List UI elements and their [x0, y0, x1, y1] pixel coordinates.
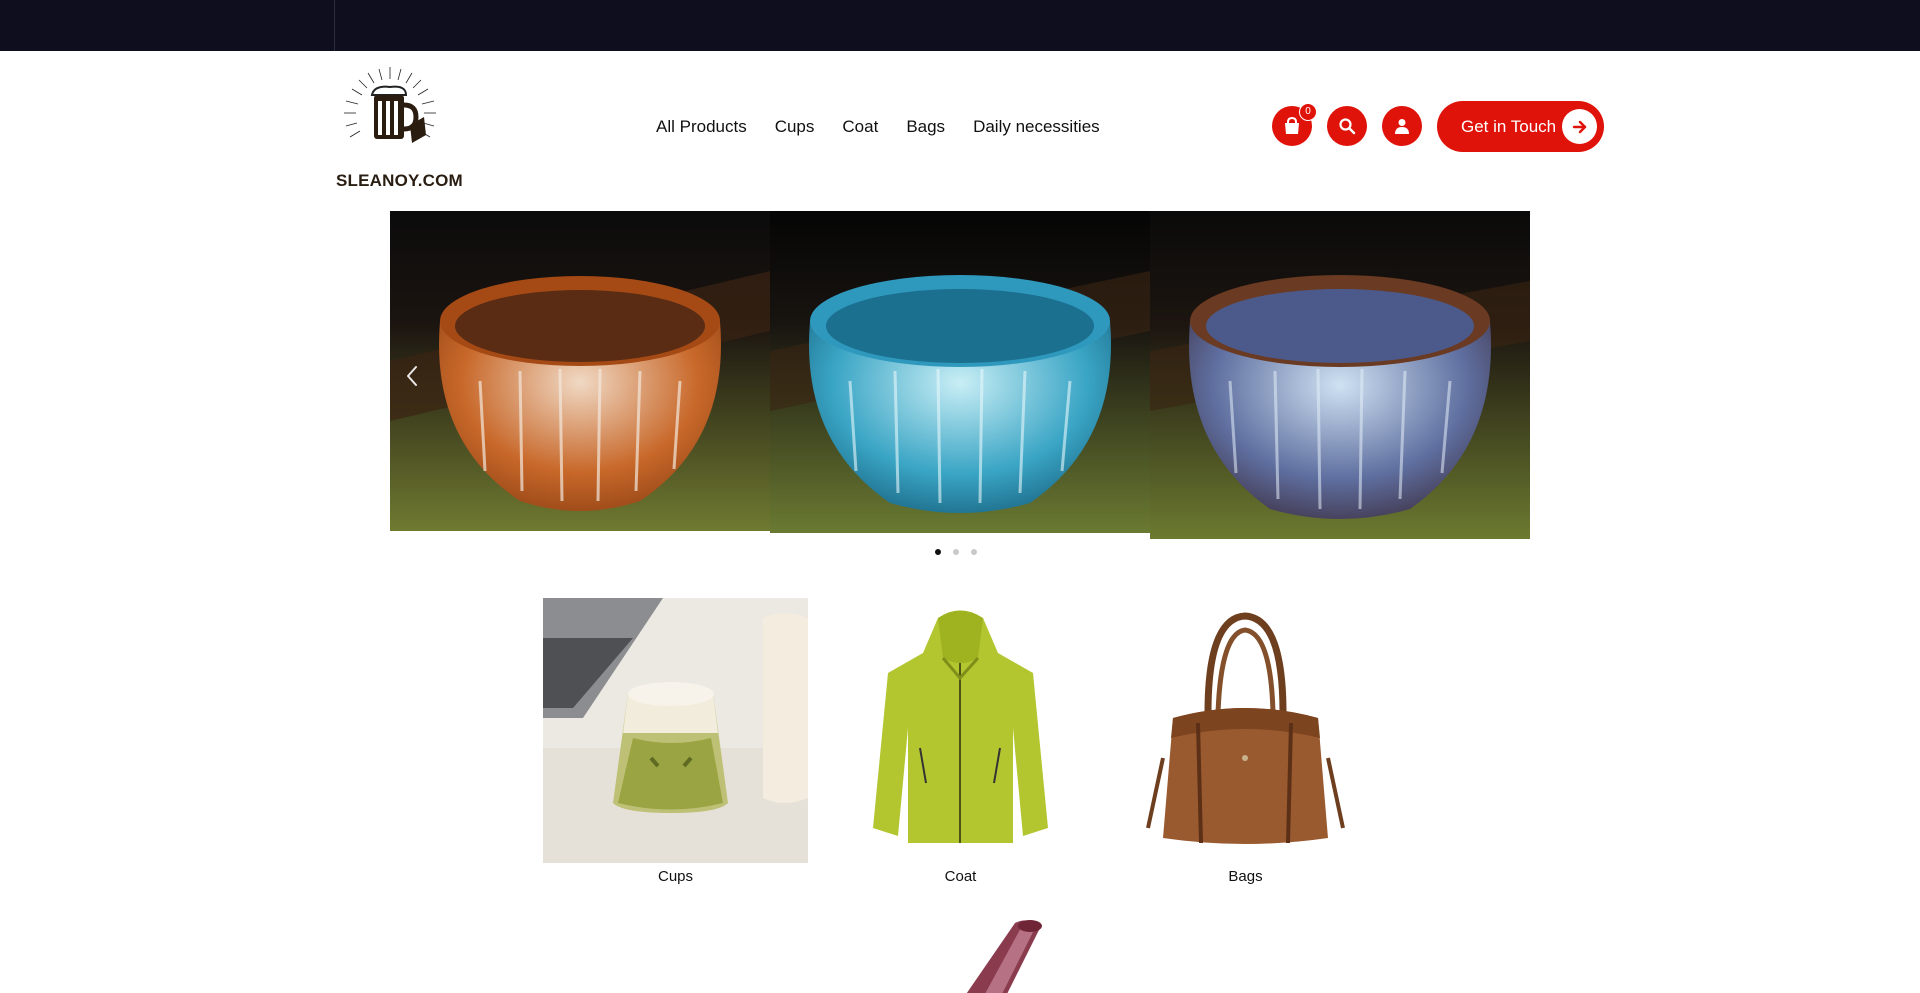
- user-icon: [1395, 119, 1409, 134]
- category-label-coat: Coat: [944, 868, 977, 885]
- nav-item-daily-necessities[interactable]: Daily necessities: [973, 117, 1100, 137]
- site-header: SLEANOY.COM All Products Cups Coat Bags …: [0, 51, 1920, 201]
- top-bar: [0, 0, 1920, 51]
- category-image-cups: [543, 598, 808, 863]
- carousel-dot-1[interactable]: [935, 549, 941, 555]
- brand-name: SLEANOY.COM: [336, 171, 463, 190]
- cart-count-badge: 0: [1299, 103, 1317, 121]
- category-label-bags: Bags: [1228, 868, 1263, 885]
- carousel-slide-orange-bowl[interactable]: [390, 211, 770, 531]
- cart-button[interactable]: 0: [1272, 103, 1317, 146]
- product-carousel[interactable]: [390, 211, 1901, 539]
- category-image-bags: [1113, 598, 1378, 863]
- get-in-touch-label: Get in Touch: [1461, 116, 1557, 136]
- get-in-touch-button[interactable]: Get in Touch: [1437, 101, 1604, 152]
- carousel-pagination: [935, 549, 977, 555]
- category-image-coat: [828, 598, 1093, 863]
- top-bar-divider: [334, 0, 335, 51]
- nav-item-bags[interactable]: Bags: [906, 117, 945, 137]
- nav-item-cups[interactable]: Cups: [775, 117, 815, 137]
- chevron-left-icon: [407, 366, 417, 386]
- category-label-cups: Cups: [657, 868, 694, 885]
- beer-mug-logo-icon: [344, 67, 436, 143]
- account-button[interactable]: [1382, 106, 1422, 146]
- chevron-right-icon: [1891, 366, 1901, 386]
- search-icon: [1339, 118, 1356, 135]
- carousel-next-button[interactable]: [1884, 361, 1908, 391]
- category-grid: Cups Coat Bags: [543, 598, 1383, 888]
- search-button[interactable]: [1327, 106, 1367, 146]
- shopping-bag-icon: [1285, 116, 1299, 134]
- nav-item-all-products[interactable]: All Products: [656, 117, 747, 137]
- arrow-right-icon: [1562, 109, 1597, 144]
- carousel-dot-3[interactable]: [971, 549, 977, 555]
- carousel-dot-2[interactable]: [953, 549, 959, 555]
- category-card-coat[interactable]: Coat: [828, 598, 1093, 885]
- category-card-bags[interactable]: Bags: [1113, 598, 1378, 885]
- carousel-slide-blue-bowl[interactable]: [770, 211, 1150, 533]
- main-nav: All Products Cups Coat Bags Daily necess…: [656, 117, 1128, 137]
- carousel-slide-purple-bowl[interactable]: [1150, 211, 1530, 539]
- category-image-daily-necessities[interactable]: [930, 918, 1060, 993]
- carousel-prev-button[interactable]: [400, 361, 424, 391]
- category-card-cups[interactable]: Cups: [543, 598, 808, 885]
- nav-item-coat[interactable]: Coat: [842, 117, 878, 137]
- site-logo[interactable]: SLEANOY.COM: [336, 65, 466, 190]
